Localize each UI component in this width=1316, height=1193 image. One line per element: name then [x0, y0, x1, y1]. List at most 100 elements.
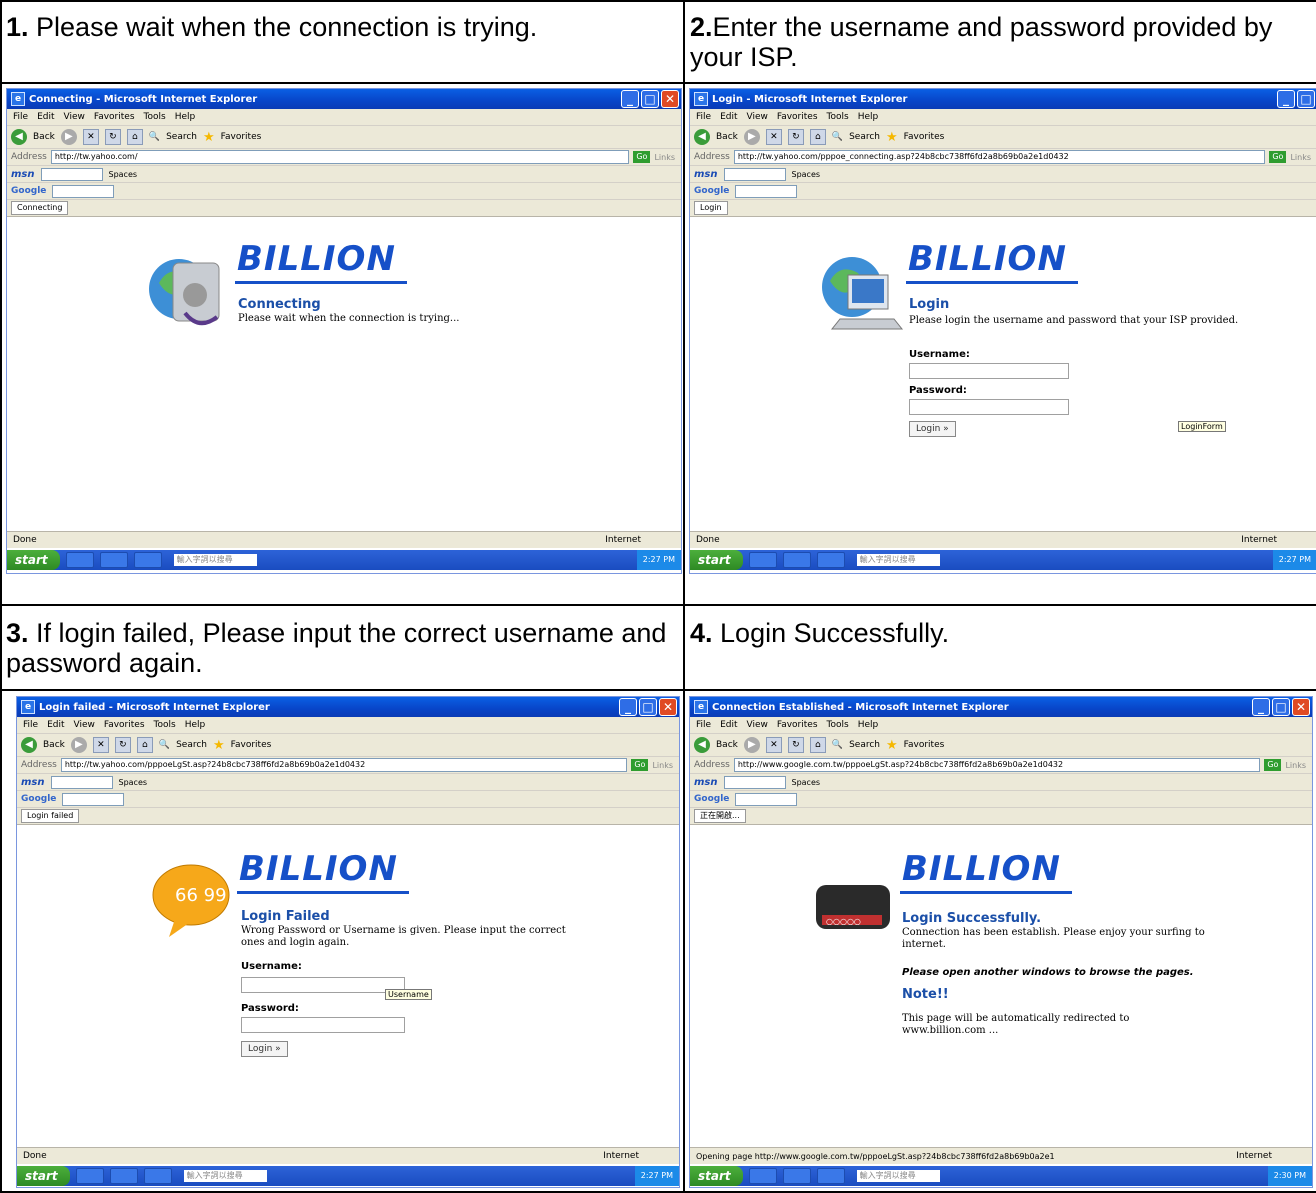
back-button[interactable]: Back — [716, 132, 738, 142]
taskbar-item[interactable] — [748, 552, 777, 568]
home-icon[interactable]: ⌂ — [126, 129, 143, 145]
forward-icon[interactable]: ▶ — [743, 737, 760, 753]
login-button[interactable]: Login » — [909, 421, 956, 437]
refresh-icon[interactable]: ↻ — [787, 129, 804, 145]
taskbar-item[interactable] — [75, 1168, 104, 1184]
start-button[interactable]: start — [7, 550, 60, 570]
menu-tools[interactable]: Tools — [827, 720, 849, 730]
close-button[interactable]: ✕ — [1292, 698, 1310, 716]
address-input[interactable]: http://tw.yahoo.com/ — [50, 150, 630, 164]
close-button[interactable]: ✕ — [659, 698, 677, 716]
back-button[interactable]: Back — [43, 740, 65, 750]
taskbar-item[interactable] — [133, 552, 162, 568]
desktop-search-input[interactable]: 輸入字詞以搜尋 — [856, 1170, 940, 1182]
start-button[interactable]: start — [17, 1166, 70, 1186]
search-icon[interactable]: 🔍 — [159, 740, 170, 750]
minimize-button[interactable]: _ — [621, 90, 639, 108]
start-button[interactable]: start — [690, 1166, 743, 1186]
tab-connecting[interactable]: Connecting — [11, 201, 69, 215]
taskbar-item[interactable] — [816, 1168, 845, 1184]
forward-icon[interactable]: ▶ — [70, 737, 87, 753]
go-button[interactable]: Go — [1269, 151, 1287, 163]
menu-view[interactable]: View — [64, 112, 85, 122]
search-button[interactable]: Search — [849, 740, 880, 750]
taskbar-item[interactable] — [782, 1168, 811, 1184]
refresh-icon[interactable]: ↻ — [104, 129, 121, 145]
back-icon[interactable]: ◀ — [694, 129, 710, 145]
menu-help[interactable]: Help — [858, 112, 879, 122]
menu-file[interactable]: File — [696, 112, 711, 122]
favorites-button[interactable]: Favorites — [904, 740, 945, 750]
google-search-input[interactable] — [52, 184, 115, 198]
search-button[interactable]: Search — [166, 132, 197, 142]
favorites-button[interactable]: Favorites — [231, 740, 272, 750]
menu-favorites[interactable]: Favorites — [94, 112, 135, 122]
forward-icon[interactable]: ▶ — [743, 129, 760, 145]
home-icon[interactable]: ⌂ — [136, 737, 153, 753]
maximize-button[interactable]: □ — [641, 90, 659, 108]
menu-edit[interactable]: Edit — [37, 112, 54, 122]
forward-icon[interactable]: ▶ — [60, 129, 77, 145]
search-button[interactable]: Search — [849, 132, 880, 142]
search-icon[interactable]: 🔍 — [832, 132, 843, 142]
maximize-button[interactable]: □ — [1272, 698, 1290, 716]
tab-opening[interactable]: 正在開啟... — [694, 809, 746, 823]
taskbar-item[interactable] — [143, 1168, 172, 1184]
menu-tools[interactable]: Tools — [144, 112, 166, 122]
search-icon[interactable]: 🔍 — [149, 132, 160, 142]
tab-login-failed[interactable]: Login failed — [21, 809, 80, 823]
refresh-icon[interactable]: ↻ — [114, 737, 131, 753]
msn-search-input[interactable] — [723, 167, 786, 181]
taskbar-item[interactable] — [816, 552, 845, 568]
google-search-input[interactable] — [735, 792, 798, 806]
menu-favorites[interactable]: Favorites — [777, 112, 818, 122]
menu-help[interactable]: Help — [175, 112, 196, 122]
search-button[interactable]: Search — [176, 740, 207, 750]
desktop-search-input[interactable]: 輸入字詞以搜尋 — [856, 554, 940, 566]
address-input[interactable]: http://tw.yahoo.com/pppoeLgSt.asp?24b8cb… — [60, 758, 628, 772]
menu-view[interactable]: View — [747, 112, 768, 122]
password-input[interactable] — [909, 399, 1069, 415]
taskbar-item[interactable] — [65, 552, 94, 568]
menu-favorites[interactable]: Favorites — [104, 720, 145, 730]
username-input[interactable] — [241, 977, 405, 993]
menu-view[interactable]: View — [747, 720, 768, 730]
back-button[interactable]: Back — [716, 740, 738, 750]
address-input[interactable]: http://tw.yahoo.com/pppoe_connecting.asp… — [733, 150, 1266, 164]
menu-tools[interactable]: Tools — [154, 720, 176, 730]
links-button[interactable]: Links — [1285, 761, 1312, 770]
desktop-search-input[interactable]: 輸入字詞以搜尋 — [183, 1170, 267, 1182]
google-search-input[interactable] — [62, 792, 125, 806]
stop-icon[interactable]: ✕ — [82, 129, 99, 145]
maximize-button[interactable]: □ — [639, 698, 657, 716]
favorites-icon[interactable]: ★ — [203, 130, 215, 145]
go-button[interactable]: Go — [633, 151, 651, 163]
favorites-button[interactable]: Favorites — [904, 132, 945, 142]
links-button[interactable]: Links — [652, 761, 679, 770]
stop-icon[interactable]: ✕ — [765, 129, 782, 145]
search-icon[interactable]: 🔍 — [832, 740, 843, 750]
desktop-search-input[interactable]: 輸入字詞以搜尋 — [173, 554, 257, 566]
address-input[interactable]: http://www.google.com.tw/pppoeLgSt.asp?2… — [733, 758, 1261, 772]
menu-view[interactable]: View — [74, 720, 95, 730]
back-icon[interactable]: ◀ — [11, 129, 27, 145]
google-search-input[interactable] — [735, 184, 798, 198]
menu-help[interactable]: Help — [185, 720, 206, 730]
close-button[interactable]: ✕ — [661, 90, 679, 108]
go-button[interactable]: Go — [1264, 759, 1282, 771]
menu-file[interactable]: File — [696, 720, 711, 730]
favorites-button[interactable]: Favorites — [221, 132, 262, 142]
favorites-icon[interactable]: ★ — [886, 738, 898, 753]
maximize-button[interactable]: □ — [1297, 90, 1315, 108]
menu-file[interactable]: File — [23, 720, 38, 730]
login-button[interactable]: Login » — [241, 1041, 288, 1057]
menu-help[interactable]: Help — [858, 720, 879, 730]
msn-search-input[interactable] — [40, 167, 103, 181]
stop-icon[interactable]: ✕ — [765, 737, 782, 753]
taskbar-item[interactable] — [99, 552, 128, 568]
taskbar-item[interactable] — [782, 552, 811, 568]
stop-icon[interactable]: ✕ — [92, 737, 109, 753]
menu-favorites[interactable]: Favorites — [777, 720, 818, 730]
start-button[interactable]: start — [690, 550, 743, 570]
back-icon[interactable]: ◀ — [21, 737, 37, 753]
